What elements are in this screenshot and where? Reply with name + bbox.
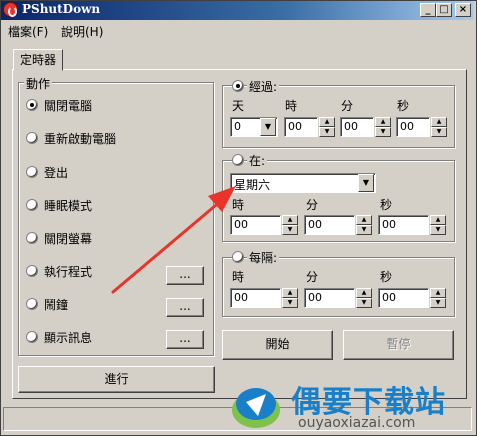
browse-program-button[interactable]: ... <box>166 266 204 285</box>
menu-file[interactable]: 檔案(F) <box>8 23 48 40</box>
after-minute-spinner[interactable]: ▲ ▼ <box>375 117 391 137</box>
spin-up-icon[interactable]: ▲ <box>282 215 298 225</box>
radio-logoff[interactable] <box>26 166 38 178</box>
pause-button[interactable]: 暫停 <box>343 330 454 360</box>
radio-run-program[interactable] <box>26 265 38 277</box>
spin-down-icon[interactable]: ▼ <box>356 225 372 235</box>
label-shutdown: 關閉電腦 <box>44 99 93 113</box>
every-hour-input[interactable]: 00 <box>230 288 281 308</box>
after-label: 經過: <box>247 78 280 95</box>
every-group <box>222 257 455 317</box>
spin-up-icon[interactable]: ▲ <box>356 288 372 298</box>
radio-restart[interactable] <box>26 132 38 144</box>
at-minute-spinner[interactable]: ▲ ▼ <box>356 215 372 235</box>
radio-after[interactable] <box>232 80 244 92</box>
after-hour-input[interactable]: 00 <box>284 117 318 137</box>
at-label: 在: <box>247 152 268 169</box>
maximize-button[interactable]: □ <box>436 3 452 17</box>
spin-down-icon[interactable]: ▼ <box>282 225 298 235</box>
every-second-header: 秒 <box>380 270 393 284</box>
every-label: 每隔: <box>247 249 280 266</box>
every-minute-header: 分 <box>306 270 319 284</box>
at-hour-header: 時 <box>232 198 245 212</box>
at-hour-spinner[interactable]: ▲ ▼ <box>282 215 298 235</box>
tab-timer[interactable]: 定時器 <box>13 49 63 71</box>
spin-down-icon[interactable]: ▼ <box>430 225 446 235</box>
label-logoff: 登出 <box>44 166 69 180</box>
after-second-header: 秒 <box>397 99 410 113</box>
close-button[interactable]: × <box>455 3 471 17</box>
spin-down-icon[interactable]: ▼ <box>430 298 446 308</box>
label-sleep: 睡眠模式 <box>44 199 93 213</box>
every-minute-spinner[interactable]: ▲ ▼ <box>356 288 372 308</box>
radio-monitor-off[interactable] <box>26 232 38 244</box>
label-monitor-off: 關閉螢幕 <box>44 232 93 246</box>
at-hour-input[interactable]: 00 <box>230 215 281 235</box>
spin-down-icon[interactable]: ▼ <box>282 298 298 308</box>
at-second-input[interactable]: 00 <box>378 215 429 235</box>
label-show-message: 顯示訊息 <box>44 331 93 345</box>
at-minute-header: 分 <box>306 198 319 212</box>
label-alarm: 鬧鐘 <box>44 298 69 312</box>
spin-up-icon[interactable]: ▲ <box>375 117 391 127</box>
spin-up-icon[interactable]: ▲ <box>430 288 446 298</box>
spin-down-icon[interactable]: ▼ <box>375 127 391 137</box>
after-day-header: 天 <box>232 99 245 113</box>
at-second-spinner[interactable]: ▲ ▼ <box>430 215 446 235</box>
radio-at[interactable] <box>232 154 244 166</box>
after-hour-spinner[interactable]: ▲ ▼ <box>319 117 335 137</box>
window-title: PShutDown <box>22 2 101 16</box>
every-second-spinner[interactable]: ▲ ▼ <box>430 288 446 308</box>
radio-every[interactable] <box>232 251 244 263</box>
radio-alarm[interactable] <box>26 298 38 310</box>
start-button[interactable]: 開始 <box>222 330 333 360</box>
after-second-spinner[interactable]: ▲ ▼ <box>431 117 447 137</box>
browse-message-button[interactable]: ... <box>166 330 204 349</box>
power-icon[interactable] <box>3 2 18 17</box>
go-button[interactable]: 進行 <box>18 366 215 393</box>
at-minute-input[interactable]: 00 <box>304 215 355 235</box>
every-second-input[interactable]: 00 <box>378 288 429 308</box>
at-weekday-select[interactable]: 星期六 <box>230 173 376 193</box>
after-hour-header: 時 <box>285 99 298 113</box>
every-hour-header: 時 <box>232 270 245 284</box>
label-run-program: 執行程式 <box>44 265 93 279</box>
watermark-url: ouyaoxiazai.com <box>298 415 416 431</box>
spin-up-icon[interactable]: ▲ <box>430 215 446 225</box>
every-hour-spinner[interactable]: ▲ ▼ <box>282 288 298 308</box>
radio-shutdown[interactable] <box>26 99 38 111</box>
after-second-input[interactable]: 00 <box>396 117 430 137</box>
radio-sleep[interactable] <box>26 199 38 211</box>
menu-help[interactable]: 說明(H) <box>61 23 103 40</box>
at-second-header: 秒 <box>380 198 393 212</box>
actions-group-label: 動作 <box>24 75 53 92</box>
radio-show-message[interactable] <box>26 331 38 343</box>
spin-down-icon[interactable]: ▼ <box>319 127 335 137</box>
label-restart: 重新啟動電腦 <box>44 132 117 146</box>
every-minute-input[interactable]: 00 <box>304 288 355 308</box>
watermark-logo-icon <box>232 388 280 428</box>
minimize-button[interactable]: _ <box>420 3 436 17</box>
spin-up-icon[interactable]: ▲ <box>282 288 298 298</box>
chevron-down-icon[interactable]: ▼ <box>358 174 374 192</box>
after-minute-header: 分 <box>341 99 354 113</box>
spin-up-icon[interactable]: ▲ <box>356 215 372 225</box>
spin-up-icon[interactable]: ▲ <box>319 117 335 127</box>
spin-up-icon[interactable]: ▲ <box>431 117 447 127</box>
browse-alarm-button[interactable]: ... <box>166 298 204 317</box>
spin-down-icon[interactable]: ▼ <box>431 127 447 137</box>
spin-down-icon[interactable]: ▼ <box>356 298 372 308</box>
chevron-down-icon[interactable]: ▼ <box>260 118 276 136</box>
after-minute-input[interactable]: 00 <box>340 117 374 137</box>
